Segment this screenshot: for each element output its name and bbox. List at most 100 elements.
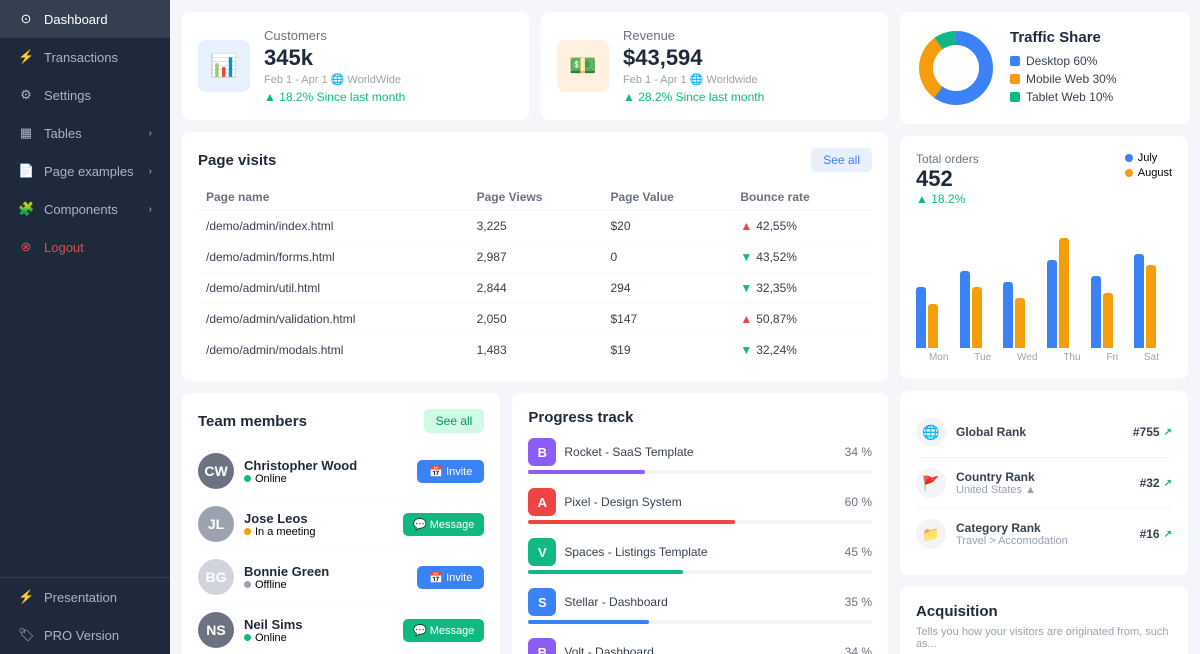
progress-item-header: S Stellar - Dashboard 35 % [528,588,872,616]
page-visits-table: Page name Page Views Page Value Bounce r… [198,184,872,365]
sidebar-item-presentation[interactable]: ⚡ Presentation [0,578,170,616]
rank-info: Category Rank Travel > Accomodation [956,521,1130,547]
status-dot [244,475,251,482]
customers-label: Customers [264,28,405,43]
team-see-all[interactable]: See all [424,409,485,433]
revenue-info: Revenue $43,594 Feb 1 - Apr 1 🌐 Worldwid… [623,28,764,104]
customers-info: Customers 345k Feb 1 - Apr 1 🌐 WorldWide… [264,28,405,104]
action-button[interactable]: 💬 Message [403,513,484,536]
page-visits-title: Page visits [198,152,276,169]
sidebar-item-logout[interactable]: ⊗ Logout [0,228,170,266]
bar-july [916,287,926,348]
bar-july [1047,260,1057,348]
progress-title: Progress track [528,409,633,426]
status-text: In a meeting [255,526,316,538]
acquisition-card: Acquisition Tells you how your visitors … [900,587,1188,654]
progress-bar-fill [528,620,648,624]
action-button[interactable]: 📅 Invite [417,460,484,483]
row-page-views: 1,483 [469,335,603,366]
action-button[interactable]: 💬 Message [403,619,484,642]
bar-july [960,271,970,348]
sidebar-item-page-examples[interactable]: 📄 Page examples › [0,152,170,190]
row-page-views: 3,225 [469,211,603,242]
tables-icon: ▦ [18,125,34,141]
row-bounce-rate: ▼32,35% [732,273,872,304]
bar-group [916,287,954,348]
right-panel: Traffic Share Desktop 60% Mobile Web 30%… [900,0,1200,654]
revenue-value: $43,594 [623,45,764,71]
sidebar-item-tables[interactable]: ▦ Tables › [0,114,170,152]
list-item: JL Jose Leos In a meeting 💬 Message [198,498,484,551]
traffic-desktop: Desktop 60% [1010,54,1117,68]
desktop-dot [1010,56,1020,66]
list-item: V Spaces - Listings Template 45 % [528,538,872,574]
member-name: Christopher Wood [244,458,407,473]
trend-icon: ↗ [1164,427,1172,438]
orders-bar-chart [916,218,1172,348]
progress-pct: 60 % [845,495,872,509]
progress-bar-bg [528,570,872,574]
progress-pct: 34 % [845,645,872,654]
customers-date: Feb 1 - Apr 1 🌐 WorldWide [264,73,405,86]
progress-bar-fill [528,570,683,574]
status-dot [244,528,251,535]
rank-label: Category Rank [956,521,1130,535]
main-content: 📊 Customers 345k Feb 1 - Apr 1 🌐 WorldWi… [170,0,900,654]
list-item: A Pixel - Design System 60 % [528,488,872,524]
team-members-list: CW Christopher Wood Online 📅 Invite JL J… [198,445,484,654]
list-item: NS Neil Sims Online 💬 Message [198,604,484,654]
progress-list: B Rocket - SaaS Template 34 % A Pixel - … [528,438,872,654]
col-page-value: Page Value [602,184,732,211]
customers-change: ▲ 18.2% Since last month [264,90,405,104]
traffic-legend: Traffic Share Desktop 60% Mobile Web 30%… [1010,29,1117,108]
rank-item: 🚩 Country Rank United States ▲ #32 ↗ [916,458,1172,509]
list-item: CW Christopher Wood Online 📅 Invite [198,445,484,498]
bar-label: Wed [1017,352,1037,363]
status-dot [244,581,251,588]
table-row: /demo/admin/forms.html 2,987 0 ▼43,52% [198,242,872,273]
progress-header: Progress track [528,409,872,426]
row-page-name: /demo/admin/util.html [198,273,469,304]
august-dot [1125,169,1133,177]
progress-icon: V [528,538,556,566]
table-row: /demo/admin/validation.html 2,050 $147 ▲… [198,304,872,335]
rank-item: 📁 Category Rank Travel > Accomodation #1… [916,509,1172,559]
presentation-icon: ⚡ [18,589,34,605]
mobile-dot [1010,74,1020,84]
status-text: Online [255,473,287,485]
progress-pct: 45 % [845,545,872,559]
table-row: /demo/admin/util.html 2,844 294 ▼32,35% [198,273,872,304]
july-dot [1125,154,1133,162]
progress-card: Progress track B Rocket - SaaS Template … [512,393,888,654]
bar-label: Fri [1106,352,1118,363]
page-visits-see-all[interactable]: See all [811,148,872,172]
bar-label: Thu [1063,352,1080,363]
bar-group [1047,238,1085,348]
sidebar-item-dashboard[interactable]: ⊙ Dashboard [0,0,170,38]
rank-label: Global Rank [956,425,1123,439]
revenue-change: ▲ 28.2% Since last month [623,90,764,104]
revenue-label: Revenue [623,28,764,43]
bar-august [1146,265,1156,348]
customers-value: 345k [264,45,405,71]
sidebar-item-components[interactable]: 🧩 Components › [0,190,170,228]
august-legend: August [1125,167,1172,179]
action-button[interactable]: 📅 Invite [417,566,484,589]
team-header: Team members See all [198,409,484,433]
row-bounce-rate: ▼32,24% [732,335,872,366]
components-icon: 🧩 [18,201,34,217]
bar-july [1003,282,1013,348]
avatar: BG [198,559,234,595]
rank-icon: 📁 [916,519,946,549]
list-item: B Rocket - SaaS Template 34 % [528,438,872,474]
donut-chart [916,28,996,108]
traffic-mobile: Mobile Web 30% [1010,72,1117,86]
progress-name: Spaces - Listings Template [564,545,836,559]
list-item: B Volt - Dashboard 34 % [528,638,872,654]
table-row: /demo/admin/index.html 3,225 $20 ▲42,55% [198,211,872,242]
sidebar-item-transactions[interactable]: ⚡ Transactions [0,38,170,76]
sidebar-item-settings[interactable]: ⚙ Settings [0,76,170,114]
sidebar-item-pro[interactable]: 🏷 PRO Version [0,616,170,654]
transactions-icon: ⚡ [18,49,34,65]
col-bounce-rate: Bounce rate [732,184,872,211]
